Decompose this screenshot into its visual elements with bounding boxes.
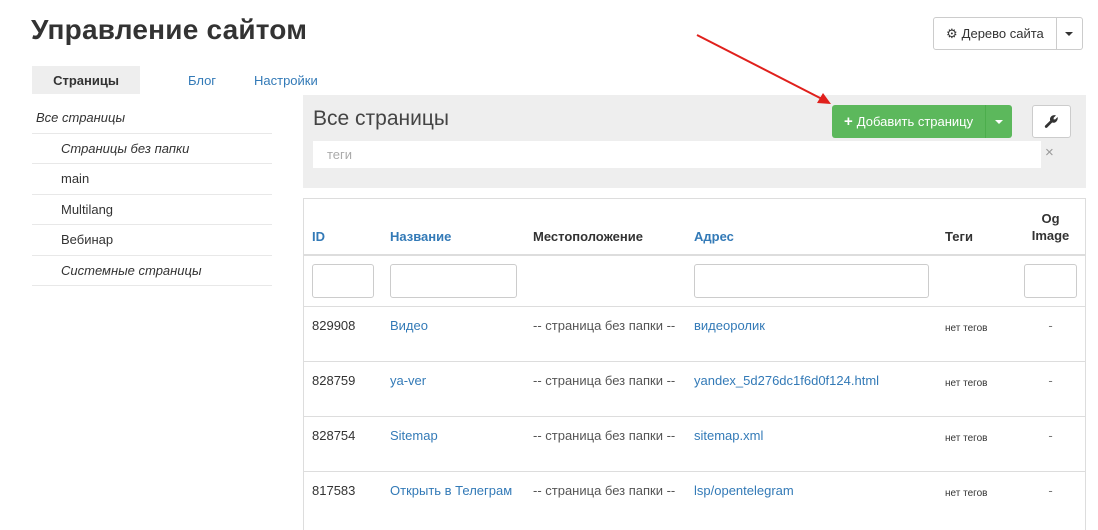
section-title: Все страницы (313, 107, 449, 130)
pages-table-container: ID Название Местоположение Адрес Теги Og… (303, 198, 1086, 530)
cell-og-image: - (1048, 482, 1053, 498)
cell-tags: нет тегов (945, 487, 988, 499)
page-address-link[interactable]: sitemap.xml (694, 428, 763, 443)
plus-icon: + (844, 113, 853, 130)
sidebar-item-multilang[interactable]: Multilang (32, 195, 272, 225)
site-tree-label: Дерево сайта (961, 26, 1044, 41)
column-header-tags: Теги (937, 199, 1016, 256)
cell-location: -- страница без папки -- (525, 470, 686, 526)
cell-tags: нет тегов (945, 432, 988, 444)
column-header-id[interactable]: ID (304, 199, 382, 256)
table-row: 828759 ya-ver -- страница без папки -- y… (304, 360, 1085, 416)
sidebar-item-system-pages[interactable]: Системные страницы (32, 256, 272, 286)
column-header-location: Местоположение (525, 199, 686, 256)
table-row: 829908 Видео -- страница без папки -- ви… (304, 305, 1085, 361)
cell-id: 828759 (304, 360, 382, 416)
cell-id: 828754 (304, 415, 382, 471)
cell-location: -- страница без папки -- (525, 305, 686, 361)
cell-id: 829908 (304, 305, 382, 361)
site-tree-button-group: ⚙ Дерево сайта (933, 17, 1083, 50)
cell-tags: нет тегов (945, 377, 988, 389)
cell-og-image: - (1048, 317, 1053, 333)
site-tree-button[interactable]: ⚙ Дерево сайта (933, 17, 1057, 50)
page-name-link[interactable]: Открыть в Телеграм (390, 483, 512, 498)
sidebar-item-no-folder[interactable]: Страницы без папки (32, 134, 272, 164)
cell-id: 817583 (304, 470, 382, 526)
add-page-label: Добавить страницу (856, 114, 974, 129)
table-filter-row (304, 255, 1085, 306)
add-page-button-group: + Добавить страницу (832, 105, 1013, 138)
sidebar-item-all-pages[interactable]: Все страницы (32, 103, 272, 134)
gear-icon: ⚙ (946, 25, 958, 41)
cell-location: -- страница без папки -- (525, 415, 686, 471)
add-page-dropdown-toggle[interactable] (986, 105, 1013, 138)
page-name-link[interactable]: Видео (390, 318, 428, 333)
column-header-name[interactable]: Название (382, 199, 525, 256)
cell-og-image: - (1048, 427, 1053, 443)
cell-og-image: - (1048, 372, 1053, 388)
site-tree-dropdown-toggle[interactable] (1056, 17, 1083, 50)
caret-down-icon (995, 119, 1004, 124)
page-title: Управление сайтом (31, 14, 308, 45)
tags-filter-input[interactable] (313, 141, 1041, 168)
page-address-link[interactable]: видеоролик (694, 318, 765, 333)
page-address-link[interactable]: yandex_5d276dc1f6d0f124.html (694, 373, 879, 388)
og-image-filter-input[interactable] (1024, 264, 1077, 298)
table-header-row: ID Название Местоположение Адрес Теги Og… (304, 199, 1085, 256)
address-filter-input[interactable] (694, 264, 929, 298)
cell-tags: нет тегов (945, 322, 988, 334)
table-row: 817583 Открыть в Телеграм -- страница бе… (304, 470, 1085, 526)
id-filter-input[interactable] (312, 264, 374, 298)
caret-down-icon (1065, 31, 1074, 36)
tab-settings[interactable]: Настройки (254, 66, 318, 94)
folder-sidebar: Все страницы Страницы без папки main Mul… (32, 103, 272, 286)
clear-tags-icon[interactable]: × (1045, 144, 1054, 161)
tab-blog[interactable]: Блог (171, 66, 233, 94)
og-header-line1: Og (1041, 211, 1060, 226)
add-page-button[interactable]: + Добавить страницу (832, 105, 987, 138)
settings-tool-button[interactable] (1032, 105, 1071, 138)
wrench-icon (1044, 115, 1058, 128)
og-header-line2: Image (1031, 228, 1070, 243)
cell-location: -- страница без папки -- (525, 360, 686, 416)
name-filter-input[interactable] (390, 264, 517, 298)
sidebar-item-webinar[interactable]: Вебинар (32, 225, 272, 256)
sidebar-item-main[interactable]: main (32, 164, 272, 195)
pages-header-panel: Все страницы + Добавить страницу × (303, 95, 1086, 188)
column-header-og-image: Og Image (1016, 199, 1085, 256)
table-row: 828754 Sitemap -- страница без папки -- … (304, 415, 1085, 471)
pages-table: ID Название Местоположение Адрес Теги Og… (304, 199, 1085, 526)
page-name-link[interactable]: Sitemap (390, 428, 438, 443)
tab-pages[interactable]: Страницы (32, 66, 140, 94)
page-address-link[interactable]: lsp/opentelegram (694, 483, 794, 498)
page-name-link[interactable]: ya-ver (390, 373, 426, 388)
main-tabs: Страницы Блог Настройки (32, 66, 318, 94)
column-header-address[interactable]: Адрес (686, 199, 937, 256)
